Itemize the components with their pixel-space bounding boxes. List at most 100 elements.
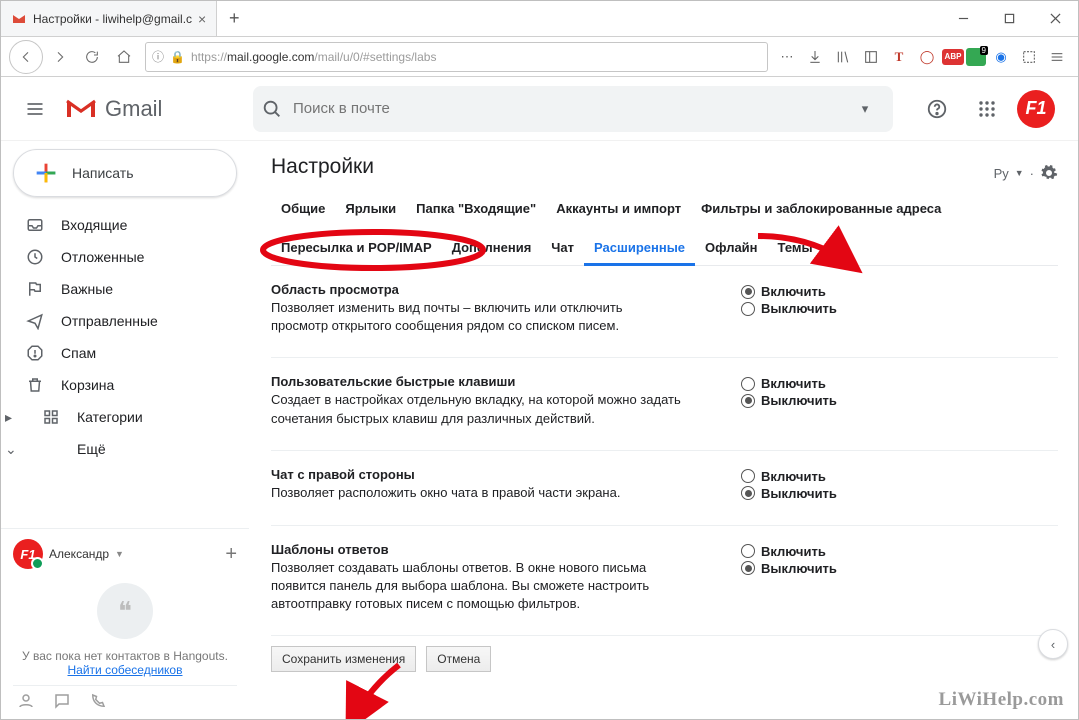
url-scheme: https:// <box>191 50 227 64</box>
hangouts-user-avatar[interactable]: F1 <box>13 539 43 569</box>
nav-home-button[interactable] <box>109 42 139 72</box>
toolbar-abp-icon[interactable]: ABP <box>942 49 964 65</box>
toolbar-extension-badge-icon[interactable]: 9 <box>966 48 986 66</box>
sidebar-item-more[interactable]: ⌄Ещё <box>1 433 249 465</box>
settings-section: Область просмотраПозволяет изменить вид … <box>271 266 1058 358</box>
nav-reload-button[interactable] <box>77 42 107 72</box>
window-close-button[interactable] <box>1032 1 1078 36</box>
nav-forward-button[interactable] <box>45 42 75 72</box>
settings-tab[interactable]: Темы <box>768 232 823 265</box>
radio-enable[interactable]: Включить <box>741 284 911 299</box>
hangouts-empty-text: У вас пока нет контактов в Hangouts. <box>13 649 237 663</box>
sidebar-item-categories[interactable]: ▸ Категории <box>1 401 249 433</box>
hangouts-add-contact-button[interactable]: + <box>225 543 237 566</box>
sidebar-item-sent[interactable]: Отправленные <box>1 305 249 337</box>
toolbar-screenshot-icon[interactable] <box>1016 44 1042 70</box>
toolbar-camera-icon[interactable]: ◉ <box>988 44 1014 70</box>
section-title: Шаблоны ответов <box>271 542 681 557</box>
toolbar-t-extension-icon[interactable]: T <box>886 44 912 70</box>
search-options-dropdown[interactable]: ▾ <box>845 101 885 117</box>
toolbar-sidebar-icon[interactable] <box>858 44 884 70</box>
sidebar-item-spam[interactable]: Спам <box>1 337 249 369</box>
clock-icon <box>25 248 45 266</box>
tab-close-icon[interactable]: × <box>198 12 206 26</box>
language-label[interactable]: Ру <box>994 166 1009 181</box>
hangouts-tab-chat-icon[interactable] <box>53 692 71 713</box>
hangouts-tab-contacts-icon[interactable] <box>17 692 35 713</box>
settings-tab[interactable]: Расширенные <box>584 232 695 266</box>
google-apps-button[interactable] <box>967 89 1007 129</box>
settings-tab[interactable]: Общие <box>271 193 335 224</box>
radio-enable[interactable]: Включить <box>741 469 911 484</box>
search-bar[interactable]: ▾ <box>253 86 893 132</box>
radio-icon <box>741 377 755 391</box>
keyboard-hint-fab[interactable]: ‹ <box>1038 629 1068 659</box>
hangouts-find-link[interactable]: Найти собеседников <box>68 663 183 677</box>
settings-tab[interactable]: Пересылка и POP/IMAP <box>271 232 442 265</box>
section-title: Пользовательские быстрые клавиши <box>271 374 681 389</box>
support-button[interactable] <box>917 89 957 129</box>
settings-section: Пользовательские быстрые клавишиСоздает … <box>271 358 1058 450</box>
gear-icon[interactable] <box>1040 164 1058 182</box>
new-tab-button[interactable]: + <box>217 1 251 36</box>
radio-label: Включить <box>761 544 826 559</box>
settings-tab[interactable]: Чат <box>541 232 584 265</box>
radio-disable[interactable]: Выключить <box>741 486 911 501</box>
toolbar-download-icon[interactable] <box>802 44 828 70</box>
save-button[interactable]: Сохранить изменения <box>271 646 416 672</box>
lock-icon: 🔒 <box>170 50 185 64</box>
toolbar-o-extension-icon[interactable]: ◯ <box>914 44 940 70</box>
section-title: Чат с правой стороны <box>271 467 681 482</box>
hangouts-status-dropdown[interactable]: ▼ <box>115 549 124 559</box>
window-minimize-button[interactable] <box>940 1 986 36</box>
account-avatar[interactable]: F1 <box>1017 90 1055 128</box>
chevron-right-icon: ▸ <box>5 409 25 426</box>
radio-enable[interactable]: Включить <box>741 376 911 391</box>
toolbar-menu-icon[interactable] <box>1044 44 1070 70</box>
settings-tab[interactable]: Ярлыки <box>335 193 406 224</box>
site-info-icon[interactable]: ⓘ <box>152 48 164 65</box>
compose-button[interactable]: Написать <box>13 149 237 197</box>
sidebar-item-label: Ещё <box>77 441 106 457</box>
language-dropdown-icon[interactable]: ▼ <box>1015 168 1024 178</box>
sidebar-item-clock[interactable]: Отложенные <box>1 241 249 273</box>
radio-disable[interactable]: Выключить <box>741 561 911 576</box>
flag-icon <box>25 280 45 298</box>
main-menu-button[interactable] <box>13 87 57 131</box>
url-host: mail.google.com <box>227 50 314 64</box>
toolbar-more-icon[interactable]: ⋯ <box>774 44 800 70</box>
inbox-icon <box>25 216 45 234</box>
settings-tab[interactable]: Дополнения <box>442 232 542 265</box>
sidebar-item-inbox[interactable]: Входящие <box>1 209 249 241</box>
settings-tab[interactable]: Фильтры и заблокированные адреса <box>691 193 951 224</box>
hangouts-tab-phone-icon[interactable] <box>89 692 107 713</box>
gmail-favicon <box>11 11 27 27</box>
radio-icon <box>741 302 755 316</box>
hangouts-empty-icon: ❝ <box>97 583 153 639</box>
sidebar-item-trash[interactable]: Корзина <box>1 369 249 401</box>
settings-tab[interactable]: Аккаунты и импорт <box>546 193 691 224</box>
address-bar[interactable]: ⓘ 🔒 https://mail.google.com/mail/u/0/#se… <box>145 42 768 72</box>
settings-tab[interactable]: Офлайн <box>695 232 768 265</box>
radio-icon <box>741 469 755 483</box>
search-input[interactable] <box>291 99 837 118</box>
gmail-logo[interactable]: Gmail <box>65 96 245 122</box>
radio-disable[interactable]: Выключить <box>741 393 911 408</box>
browser-tab-title: Настройки - liwihelp@gmail.c <box>33 12 192 26</box>
radio-disable[interactable]: Выключить <box>741 301 911 316</box>
browser-tab-strip: Настройки - liwihelp@gmail.c × + <box>1 1 1078 37</box>
radio-enable[interactable]: Включить <box>741 544 911 559</box>
browser-tab[interactable]: Настройки - liwihelp@gmail.c × <box>1 1 217 36</box>
sidebar-item-label: Категории <box>77 409 143 425</box>
section-subtitle: Позволяет создавать шаблоны ответов. В о… <box>271 559 681 614</box>
sidebar-item-flag[interactable]: Важные <box>1 273 249 305</box>
settings-tab[interactable]: Папка "Входящие" <box>406 193 546 224</box>
radio-label: Включить <box>761 469 826 484</box>
toolbar-library-icon[interactable] <box>830 44 856 70</box>
nav-back-button[interactable] <box>9 40 43 74</box>
window-maximize-button[interactable] <box>986 1 1032 36</box>
radio-label: Выключить <box>761 393 837 408</box>
hangouts-panel: F1 Александр ▼ + ❝ У вас пока нет контак… <box>1 528 249 719</box>
sidebar-item-label: Входящие <box>61 217 127 233</box>
cancel-button[interactable]: Отмена <box>426 646 491 672</box>
